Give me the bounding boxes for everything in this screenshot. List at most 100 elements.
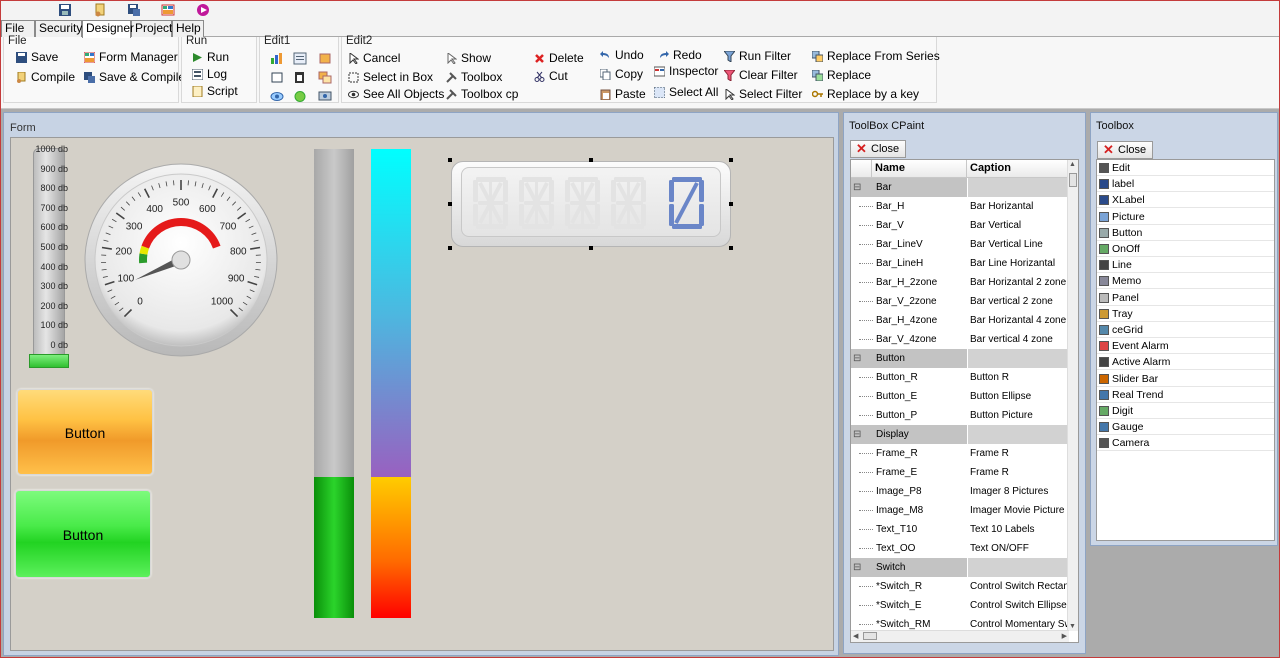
toolbox-item[interactable]: Tray [1097, 306, 1274, 322]
toolbox-item[interactable]: Slider Bar [1097, 371, 1274, 387]
gauge[interactable]: 0 100 200 300400 500 600 700 800 900 1000 [83, 162, 279, 358]
tree-row[interactable]: Button_P Button Picture [851, 406, 1069, 425]
scroll-right-icon[interactable]: ▶ [1062, 632, 1067, 640]
selection-handle[interactable] [589, 158, 593, 162]
digit-display[interactable]: 0 [448, 158, 733, 250]
form-manager-button[interactable]: Form Manager [82, 49, 178, 66]
run-icon[interactable] [196, 3, 210, 17]
tree-category[interactable]: ⊟ Bar [851, 178, 1069, 197]
horizontal-scrollbar[interactable]: ◀ ▶ [851, 630, 1069, 642]
toolbox-item[interactable]: Camera [1097, 435, 1274, 452]
tree-category[interactable]: ⊟ Button [851, 349, 1069, 368]
toolbox-item[interactable]: XLabel [1097, 192, 1274, 209]
component-tree[interactable]: Name Caption ⊟ Bar Bar_H Bar Horizantal Bar_… [850, 159, 1079, 643]
save-compile-icon[interactable] [127, 3, 141, 17]
run-filter-button[interactable]: Run Filter [722, 48, 791, 65]
tree-row[interactable]: Bar_V_2zone Bar vertical 2 zone [851, 292, 1069, 311]
collapse-icon[interactable]: ⊟ [853, 183, 861, 193]
collapse-icon[interactable]: ⊟ [853, 354, 861, 364]
tree-row[interactable]: Image_M8 Imager Movie Picture 8 [851, 501, 1069, 520]
redo-button[interactable]: Redo [656, 47, 702, 64]
tree-row[interactable]: *Switch_R Control Switch Rectangle [851, 577, 1069, 596]
toolbox-item[interactable]: Active Alarm [1097, 354, 1274, 371]
scroll-down-icon[interactable]: ▼ [1069, 623, 1076, 630]
toolbox-item[interactable]: Panel [1097, 290, 1274, 306]
selection-handle[interactable] [448, 158, 452, 162]
h-scroll-thumb[interactable] [863, 632, 877, 640]
log-button[interactable]: Log [190, 66, 227, 83]
green-button[interactable]: Button [15, 490, 151, 578]
inspector-button[interactable]: Inspector [652, 63, 718, 80]
chart-icon[interactable] [270, 52, 284, 65]
selection-handle[interactable] [448, 202, 452, 206]
tree-row[interactable]: Image_P8 Imager 8 Pictures [851, 482, 1069, 501]
selection-handle[interactable] [589, 246, 593, 250]
layers-icon[interactable] [318, 71, 332, 84]
db-slider[interactable]: 1000 db 900 db 800 db 700 db 600 db 500 db 400… [27, 144, 71, 370]
copy-button[interactable]: Copy [598, 66, 643, 83]
toolbox-cpaint-close-button[interactable]: ✕ Close [850, 140, 907, 158]
replace-from-series-button[interactable]: Replace From Series [810, 48, 940, 65]
select-filter-button[interactable]: Select Filter [722, 86, 802, 103]
toolbox-button[interactable]: Toolbox [444, 69, 502, 86]
toolbox-item[interactable]: label [1097, 176, 1274, 193]
tree-row[interactable]: *Switch_E Control Switch Ellipse [851, 596, 1069, 615]
compile-icon[interactable] [93, 3, 107, 17]
column-header-name[interactable]: Name [872, 160, 967, 178]
save-icon[interactable] [58, 3, 72, 17]
replace-button[interactable]: Replace [810, 67, 871, 84]
toolbox-item[interactable]: OnOff [1097, 241, 1274, 257]
toolbox-item[interactable]: Line [1097, 257, 1274, 274]
toolbox-item[interactable]: Picture [1097, 209, 1274, 225]
toolbox-item[interactable]: Edit [1097, 160, 1274, 176]
tree-row[interactable]: Bar_H_4zone Bar Horizantal 4 zone [851, 311, 1069, 330]
toolbox-close-button[interactable]: ✕ Close [1097, 141, 1154, 159]
show-button[interactable]: Show [444, 50, 491, 67]
tree-row[interactable]: Bar_V Bar Vertical [851, 216, 1069, 235]
palette-icon[interactable] [318, 52, 332, 65]
tree-row[interactable]: Text_T10 Text 10 Labels [851, 520, 1069, 539]
eye-icon[interactable] [270, 90, 284, 103]
selection-handle[interactable] [729, 158, 733, 162]
slider-thumb[interactable] [29, 354, 69, 368]
undo-button[interactable]: Undo [598, 47, 644, 64]
tab-project[interactable]: Project [131, 20, 172, 37]
toolbox-cp-button[interactable]: Toolbox cp [444, 86, 518, 103]
cancel-button[interactable]: Cancel [346, 50, 400, 67]
delete-button[interactable]: Delete [532, 50, 584, 67]
clear-filter-button[interactable]: Clear Filter [722, 67, 798, 84]
selection-handle[interactable] [729, 246, 733, 250]
toolbox-item[interactable]: Digit [1097, 403, 1274, 419]
refresh-icon[interactable] [293, 90, 307, 103]
tree-row[interactable]: Bar_H Bar Horizantal [851, 197, 1069, 216]
tree-row[interactable]: Bar_V_4zone Bar vertical 4 zone [851, 330, 1069, 349]
tree-row[interactable]: Bar_H_2zone Bar Horizantal 2 zone [851, 273, 1069, 292]
replace-by-key-button[interactable]: Replace by a key [810, 86, 919, 103]
tree-row[interactable]: Frame_R Frame R [851, 444, 1069, 463]
vertical-bar-2zone[interactable] [314, 149, 354, 618]
tree-row[interactable]: Frame_E Frame R [851, 463, 1069, 482]
column-header-caption[interactable]: Caption [967, 160, 1069, 178]
toolbox-item[interactable]: Memo [1097, 273, 1274, 290]
paste-button[interactable]: Paste [598, 86, 646, 103]
select-all-button[interactable]: Select All [652, 84, 718, 101]
save-compile-button[interactable]: Save & Compile [82, 69, 185, 86]
cut-button[interactable]: Cut [532, 68, 568, 85]
tree-row[interactable]: Bar_LineH Bar Line Horizantal [851, 254, 1069, 273]
toolbox-item[interactable]: Event Alarm [1097, 338, 1274, 355]
form-manager-icon[interactable] [161, 3, 175, 17]
save-button[interactable]: Save [14, 49, 58, 66]
form-canvas[interactable]: 1000 db 900 db 800 db 700 db 600 db 500 db 400… [10, 137, 834, 651]
toolbox-item[interactable]: Button [1097, 225, 1274, 241]
selection-handle[interactable] [448, 246, 452, 250]
scroll-thumb[interactable] [1069, 173, 1077, 187]
tab-designer[interactable]: Designer [82, 20, 134, 38]
see-all-objects-button[interactable]: See All Objects [346, 86, 444, 103]
toolbox-item[interactable]: Real Trend [1097, 387, 1274, 403]
vertical-scrollbar[interactable]: ▲ ▼ [1067, 160, 1078, 631]
orange-button[interactable]: Button [17, 389, 153, 475]
scroll-left-icon[interactable]: ◀ [853, 632, 858, 640]
scroll-up-icon[interactable]: ▲ [1069, 161, 1076, 168]
script-button[interactable]: Script [190, 83, 238, 100]
list-icon[interactable] [293, 52, 307, 65]
